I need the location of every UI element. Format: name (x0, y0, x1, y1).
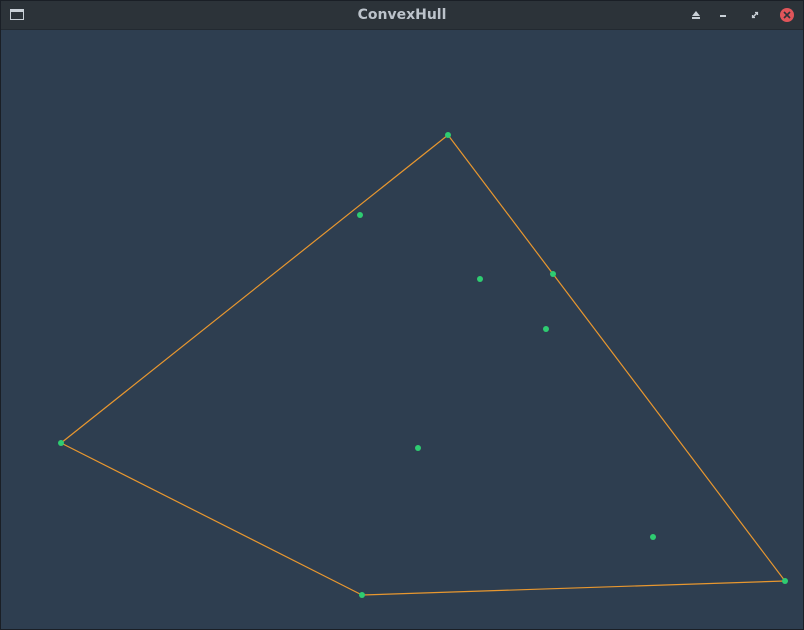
hull-layer (60, 134, 786, 596)
point (782, 578, 788, 584)
point-layer (58, 132, 788, 598)
keep-above-button[interactable] (688, 7, 704, 23)
close-button[interactable] (779, 7, 795, 23)
point (415, 445, 421, 451)
hull-edge (60, 442, 363, 596)
minimize-button[interactable] (715, 7, 731, 23)
point (477, 276, 483, 282)
close-icon (780, 8, 794, 22)
point (445, 132, 451, 138)
point (543, 326, 549, 332)
hull-edge (552, 273, 786, 582)
convex-hull-scene[interactable] (2, 30, 804, 630)
window-title: ConvexHull (357, 7, 447, 23)
app-window: ConvexHull (0, 0, 804, 630)
title-bar[interactable]: ConvexHull (1, 1, 803, 30)
minimize-icon (720, 15, 726, 17)
point (357, 212, 363, 218)
eject-icon (692, 11, 700, 19)
point (650, 534, 656, 540)
point (58, 440, 64, 446)
drawing-canvas[interactable] (2, 30, 804, 630)
maximize-icon (751, 11, 759, 19)
hull-edge (447, 134, 554, 275)
point (359, 592, 365, 598)
point (550, 271, 556, 277)
hull-edge (60, 134, 449, 444)
hull-edge (361, 580, 786, 596)
maximize-button[interactable] (747, 7, 763, 23)
